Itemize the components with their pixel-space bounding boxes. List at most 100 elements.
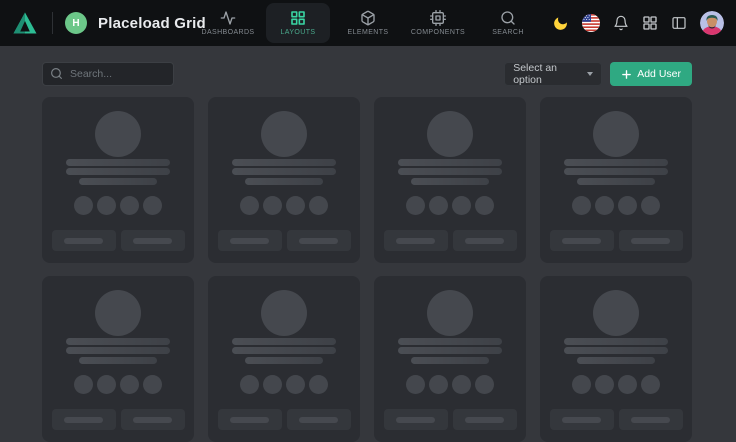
icon-dots-placeholder xyxy=(240,375,328,394)
placeload-card xyxy=(42,97,194,263)
user-filter-select[interactable]: Select an option xyxy=(504,62,602,86)
nav-item-dashboards[interactable]: DASHBOARDS xyxy=(196,3,260,43)
placeload-card xyxy=(374,97,526,263)
dot-placeholder xyxy=(406,196,425,215)
button-bar-placeholder xyxy=(562,417,601,423)
add-user-button[interactable]: Add User xyxy=(610,62,692,86)
dot-placeholder xyxy=(618,375,637,394)
text-line-placeholder xyxy=(398,168,502,175)
nav-item-search[interactable]: SEARCH xyxy=(476,3,540,43)
text-line-placeholder xyxy=(232,159,336,166)
dot-placeholder xyxy=(286,375,305,394)
text-line-placeholder xyxy=(398,159,502,166)
dot-placeholder xyxy=(429,196,448,215)
button-placeholder xyxy=(550,409,614,430)
dot-placeholder xyxy=(641,375,660,394)
apps-menu-button[interactable] xyxy=(642,15,658,31)
box-icon xyxy=(360,10,376,26)
nav-item-components[interactable]: COMPONENTS xyxy=(406,3,470,43)
nav-item-label: LAYOUTS xyxy=(281,29,316,36)
sidebar-toggle-button[interactable] xyxy=(671,15,687,31)
nav-item-layouts[interactable]: LAYOUTS xyxy=(266,3,330,43)
button-row-placeholder xyxy=(218,230,351,251)
button-row-placeholder xyxy=(384,409,517,430)
icon-dots-placeholder xyxy=(406,375,494,394)
text-line-placeholder xyxy=(79,357,157,364)
text-line-placeholder xyxy=(79,178,157,185)
dot-placeholder xyxy=(452,375,471,394)
button-placeholder xyxy=(384,230,448,251)
button-row-placeholder xyxy=(550,409,683,430)
button-bar-placeholder xyxy=(631,238,670,244)
button-row-placeholder xyxy=(218,409,351,430)
button-bar-placeholder xyxy=(299,417,338,423)
button-placeholder xyxy=(619,409,683,430)
notifications-button[interactable] xyxy=(613,15,629,31)
language-selector[interactable] xyxy=(582,14,600,32)
chevron-down-icon xyxy=(587,72,593,76)
workspace-badge[interactable]: H xyxy=(65,12,87,34)
dot-placeholder xyxy=(641,196,660,215)
text-line-placeholder xyxy=(564,168,668,175)
text-line-placeholder xyxy=(232,338,336,345)
button-placeholder xyxy=(52,409,116,430)
cards-grid xyxy=(42,97,692,442)
dot-placeholder xyxy=(120,375,139,394)
text-line-placeholder xyxy=(577,357,655,364)
placeload-card xyxy=(208,97,360,263)
text-line-placeholder xyxy=(564,338,668,345)
icon-dots-placeholder xyxy=(406,196,494,215)
dot-placeholder xyxy=(475,375,494,394)
button-bar-placeholder xyxy=(465,417,504,423)
button-bar-placeholder xyxy=(133,238,172,244)
dot-placeholder xyxy=(309,196,328,215)
dot-placeholder xyxy=(97,196,116,215)
avatar-placeholder xyxy=(427,290,473,336)
dot-placeholder xyxy=(406,375,425,394)
placeload-card xyxy=(540,276,692,442)
user-avatar[interactable] xyxy=(700,11,724,35)
app-logo-icon[interactable] xyxy=(12,10,38,36)
dot-placeholder xyxy=(475,196,494,215)
icon-dots-placeholder xyxy=(572,196,660,215)
text-line-placeholder xyxy=(245,178,323,185)
button-placeholder xyxy=(550,230,614,251)
apps-grid-icon xyxy=(642,15,658,31)
dot-placeholder xyxy=(97,375,116,394)
icon-dots-placeholder xyxy=(240,196,328,215)
search-icon xyxy=(50,67,63,80)
button-placeholder xyxy=(287,409,351,430)
search-box xyxy=(42,62,174,86)
toolbar-actions: Select an option Add User xyxy=(504,62,692,86)
button-placeholder xyxy=(619,230,683,251)
text-line-placeholder xyxy=(66,168,170,175)
dark-mode-toggle[interactable] xyxy=(552,15,569,32)
placeload-card xyxy=(540,97,692,263)
text-line-placeholder xyxy=(232,168,336,175)
text-line-placeholder xyxy=(232,347,336,354)
brand: H Placeload Grid xyxy=(12,10,206,36)
avatar-placeholder xyxy=(261,111,307,157)
avatar-placeholder xyxy=(95,290,141,336)
button-bar-placeholder xyxy=(631,417,670,423)
dot-placeholder xyxy=(74,196,93,215)
nav-item-elements[interactable]: ELEMENTS xyxy=(336,3,400,43)
button-row-placeholder xyxy=(52,230,185,251)
us-flag-icon xyxy=(582,14,600,32)
text-line-placeholder xyxy=(398,347,502,354)
main-nav: DASHBOARDS LAYOUTS ELEMENTS COMPONENTS S… xyxy=(196,0,540,46)
dot-placeholder xyxy=(309,375,328,394)
dot-placeholder xyxy=(618,196,637,215)
button-placeholder xyxy=(218,230,282,251)
avatar-placeholder xyxy=(95,111,141,157)
dot-placeholder xyxy=(263,196,282,215)
cpu-icon xyxy=(430,10,446,26)
dot-placeholder xyxy=(240,375,259,394)
dot-placeholder xyxy=(263,375,282,394)
text-line-placeholder xyxy=(66,159,170,166)
button-bar-placeholder xyxy=(64,417,103,423)
bell-icon xyxy=(613,15,629,31)
button-bar-placeholder xyxy=(562,238,601,244)
icon-dots-placeholder xyxy=(572,375,660,394)
user-avatar-image xyxy=(700,11,724,35)
